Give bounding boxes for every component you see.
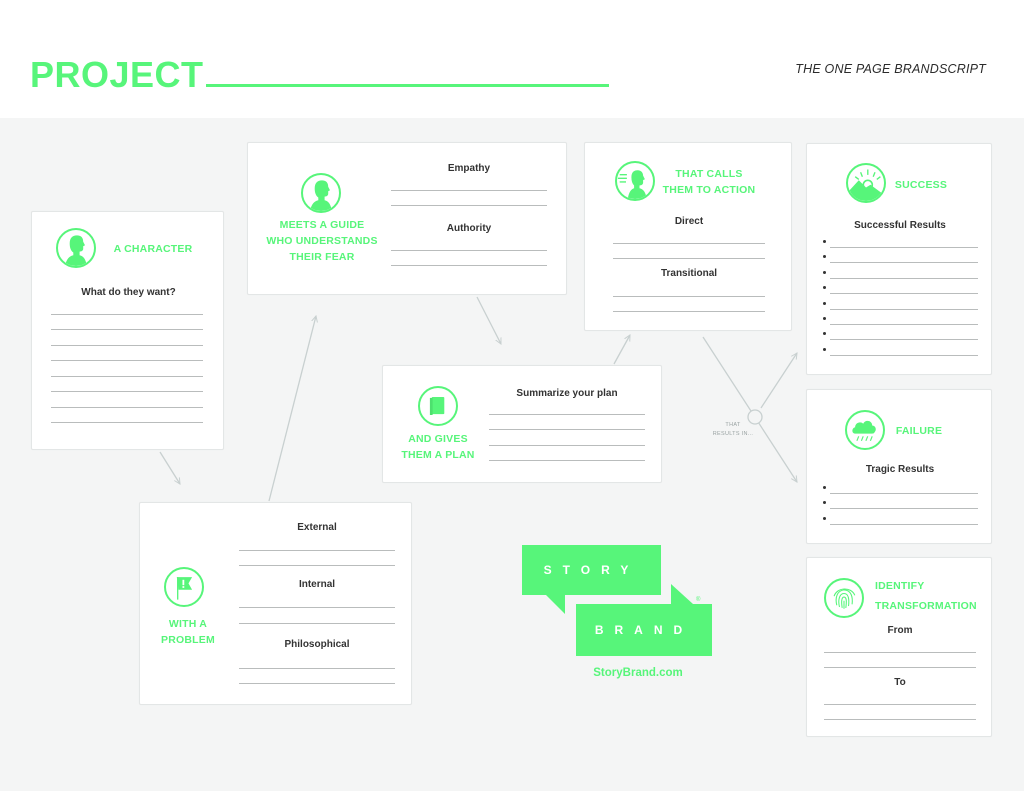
logo-brand-word: BRAND: [576, 604, 712, 656]
speech-bubble-tails: [545, 584, 693, 614]
registered-mark: ®: [696, 597, 701, 603]
logo-url[interactable]: StoryBrand.com: [582, 667, 694, 679]
logo-story-word: STORY: [522, 545, 661, 595]
